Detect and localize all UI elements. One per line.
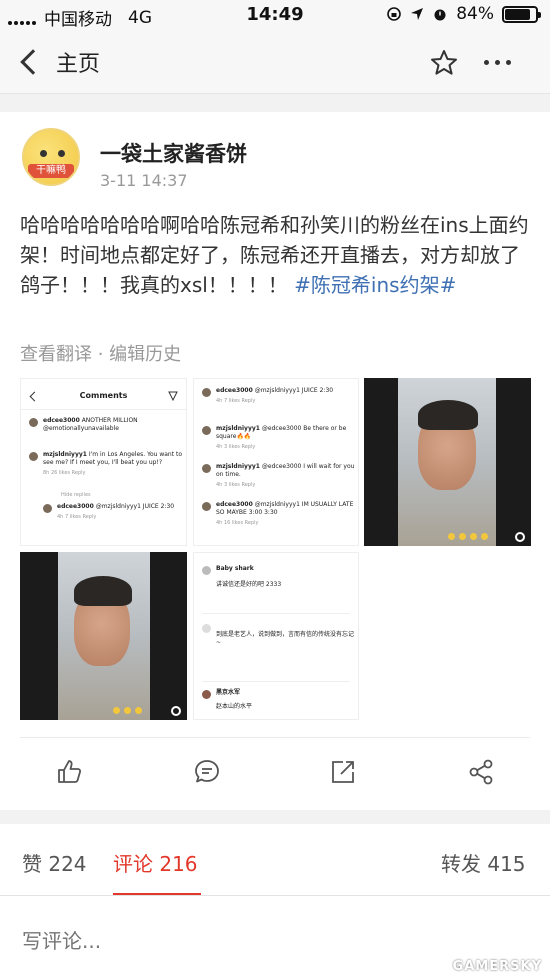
ig-user: edcee3000	[216, 501, 253, 508]
back-label: 主页	[56, 52, 101, 77]
status-right: 84%	[386, 4, 541, 24]
avatar-eye	[40, 150, 47, 157]
avatar-tag: 干嘛鸭	[28, 164, 74, 178]
back-chevron-icon	[20, 49, 46, 75]
location-icon	[411, 8, 424, 20]
divider	[20, 737, 530, 738]
alarm-icon	[434, 9, 446, 21]
ig-comment: edcee3000 @mzjsldniyyy1 JUICE 2:30 4h 7 l…	[43, 503, 183, 521]
ig-user: mzjsldniyyy1	[216, 463, 260, 470]
ig-avatar	[202, 464, 211, 473]
ig-comment: mzjsldniyyy1 @edcee3000 Be there or be s…	[202, 425, 357, 451]
post-username[interactable]: 一袋土家酱香饼	[100, 138, 247, 168]
tab-reposts[interactable]: 转发 415	[441, 848, 526, 877]
more-icon[interactable]	[484, 60, 511, 65]
wb-comment-text: 到底是老艺人，说到做到，言而有信的传统没有忘记~	[216, 631, 355, 646]
post-image-4[interactable]	[20, 552, 187, 720]
topic-link[interactable]: #陈冠希ins约架#	[294, 273, 456, 297]
live-reactions	[66, 707, 142, 714]
post-time: 3-11 14:37	[100, 171, 188, 190]
wb-user: 黑京水军	[216, 689, 241, 696]
wb-comment: Baby shark 讲诚信还是好的吧 2333	[202, 565, 357, 589]
star-icon[interactable]	[429, 48, 459, 78]
rotation-lock-icon	[387, 7, 402, 21]
ig-comment: mzjsldniyyy1 I'm in Los Angeles. You wan…	[29, 451, 184, 477]
repost-icon[interactable]	[329, 758, 357, 786]
comment-input[interactable]	[22, 929, 322, 953]
ig-meta: 8h 26 likes Reply	[43, 470, 86, 476]
post-image-2[interactable]: edcee3000 @mzjsldniyyy1 JUICE 2:30 4h 7 l…	[193, 378, 359, 546]
wb-user: Baby shark	[216, 565, 254, 572]
post-card: 干嘛鸭 一袋土家酱香饼 3-11 14:37 哈哈哈哈哈哈哈啊哈哈陈冠希和孙笑川…	[0, 112, 550, 810]
ig-comments-header: Comments	[79, 391, 128, 400]
ig-hide-replies: Hide replies	[61, 492, 91, 498]
translate-link[interactable]: 查看翻译	[20, 344, 92, 365]
ig-meta: 4h 7 likes Reply	[57, 514, 97, 520]
ig-user: edcee3000	[216, 387, 253, 394]
wb-comment-text: 赵本山的水平	[216, 703, 253, 710]
ig-comment: edcee3000 @mzjsldniyyy1 IM USUALLY LATE …	[202, 501, 357, 527]
post-image-1[interactable]: Comments edcee3000 ANOTHER MILLION @emot…	[20, 378, 187, 546]
battery-icon	[502, 5, 541, 23]
edit-history-link[interactable]: 编辑历史	[109, 344, 181, 365]
ig-user: edcee3000	[43, 417, 80, 424]
post-tools-separator: ·	[92, 344, 110, 365]
ig-user: mzjsldniyyy1	[43, 451, 87, 458]
ig-avatar	[43, 504, 52, 513]
avatar-eye	[58, 150, 65, 157]
hair-image	[74, 576, 132, 606]
avatar[interactable]: 干嘛鸭	[22, 128, 80, 186]
like-icon[interactable]	[55, 758, 83, 786]
ig-comment: mzjsldniyyy1 @edcee3000 I will wait for …	[202, 463, 357, 489]
ig-avatar	[202, 388, 211, 397]
ig-meta: 4h 16 likes Reply	[216, 520, 259, 526]
nav-bar: 主页	[0, 30, 550, 94]
back-button[interactable]: 主页	[18, 46, 100, 78]
post-image-3[interactable]	[364, 378, 531, 546]
post-image-5[interactable]: Baby shark 讲诚信还是好的吧 2333 到底是老艺人，说到做到，言而有信…	[193, 552, 359, 720]
post-text: 哈哈哈哈哈哈哈啊哈哈陈冠希和孙笑川的粉丝在ins上面约架！时间地点都定好了，陈冠…	[20, 210, 535, 300]
ig-comment: edcee3000 @mzjsldniyyy1 JUICE 2:30 4h 7 l…	[202, 387, 357, 405]
ig-avatar	[202, 502, 211, 511]
hair-image	[418, 400, 478, 430]
share-icon[interactable]	[467, 758, 495, 786]
battery-percent: 84%	[456, 4, 494, 24]
post-tools: 查看翻译 · 编辑历史	[20, 340, 181, 366]
weibo-watermark-icon	[171, 706, 181, 716]
ig-avatar	[29, 452, 38, 461]
ig-avatar	[202, 426, 211, 435]
tab-comments[interactable]: 评论 216	[113, 848, 198, 877]
status-bar: 中国移动 4G 14:49 84%	[0, 0, 550, 30]
watermark: GAMERSKY	[452, 959, 542, 974]
tab-likes[interactable]: 赞 224	[22, 848, 87, 877]
ig-user: mzjsldniyyy1	[216, 425, 260, 432]
ig-comment: edcee3000 ANOTHER MILLION @emotionallyun…	[29, 417, 184, 433]
wb-avatar	[202, 690, 211, 699]
weibo-watermark-icon	[515, 532, 525, 542]
ig-send-icon	[168, 391, 178, 401]
ig-avatar	[29, 418, 38, 427]
comment-bar: GAMERSKY	[0, 896, 550, 978]
ig-meta: 4h 3 likes Reply	[216, 482, 256, 488]
interaction-tabs: 赞 224 评论 216 转发 415	[0, 824, 550, 896]
wb-comment-text: 讲诚信还是好的吧 2333	[216, 581, 282, 588]
ig-comment-text: @mzjsldniyyy1 JUICE 2:30	[95, 503, 175, 510]
wb-avatar	[202, 624, 211, 633]
post-action-bar	[0, 752, 550, 796]
ig-comment-text: @mzjsldniyyy1 JUICE 2:30	[254, 387, 334, 394]
ig-meta: 4h 7 likes Reply	[216, 398, 256, 404]
ig-user: edcee3000	[57, 503, 94, 510]
wb-comment: 到底是老艺人，说到做到，言而有信的传统没有忘记~	[202, 623, 357, 647]
wb-comment: 黑京水军赵本山的水平	[202, 689, 357, 711]
comment-icon[interactable]	[193, 758, 221, 786]
live-reactions	[406, 533, 488, 540]
wb-avatar	[202, 566, 211, 575]
ig-meta: 4h 3 likes Reply	[216, 444, 256, 450]
